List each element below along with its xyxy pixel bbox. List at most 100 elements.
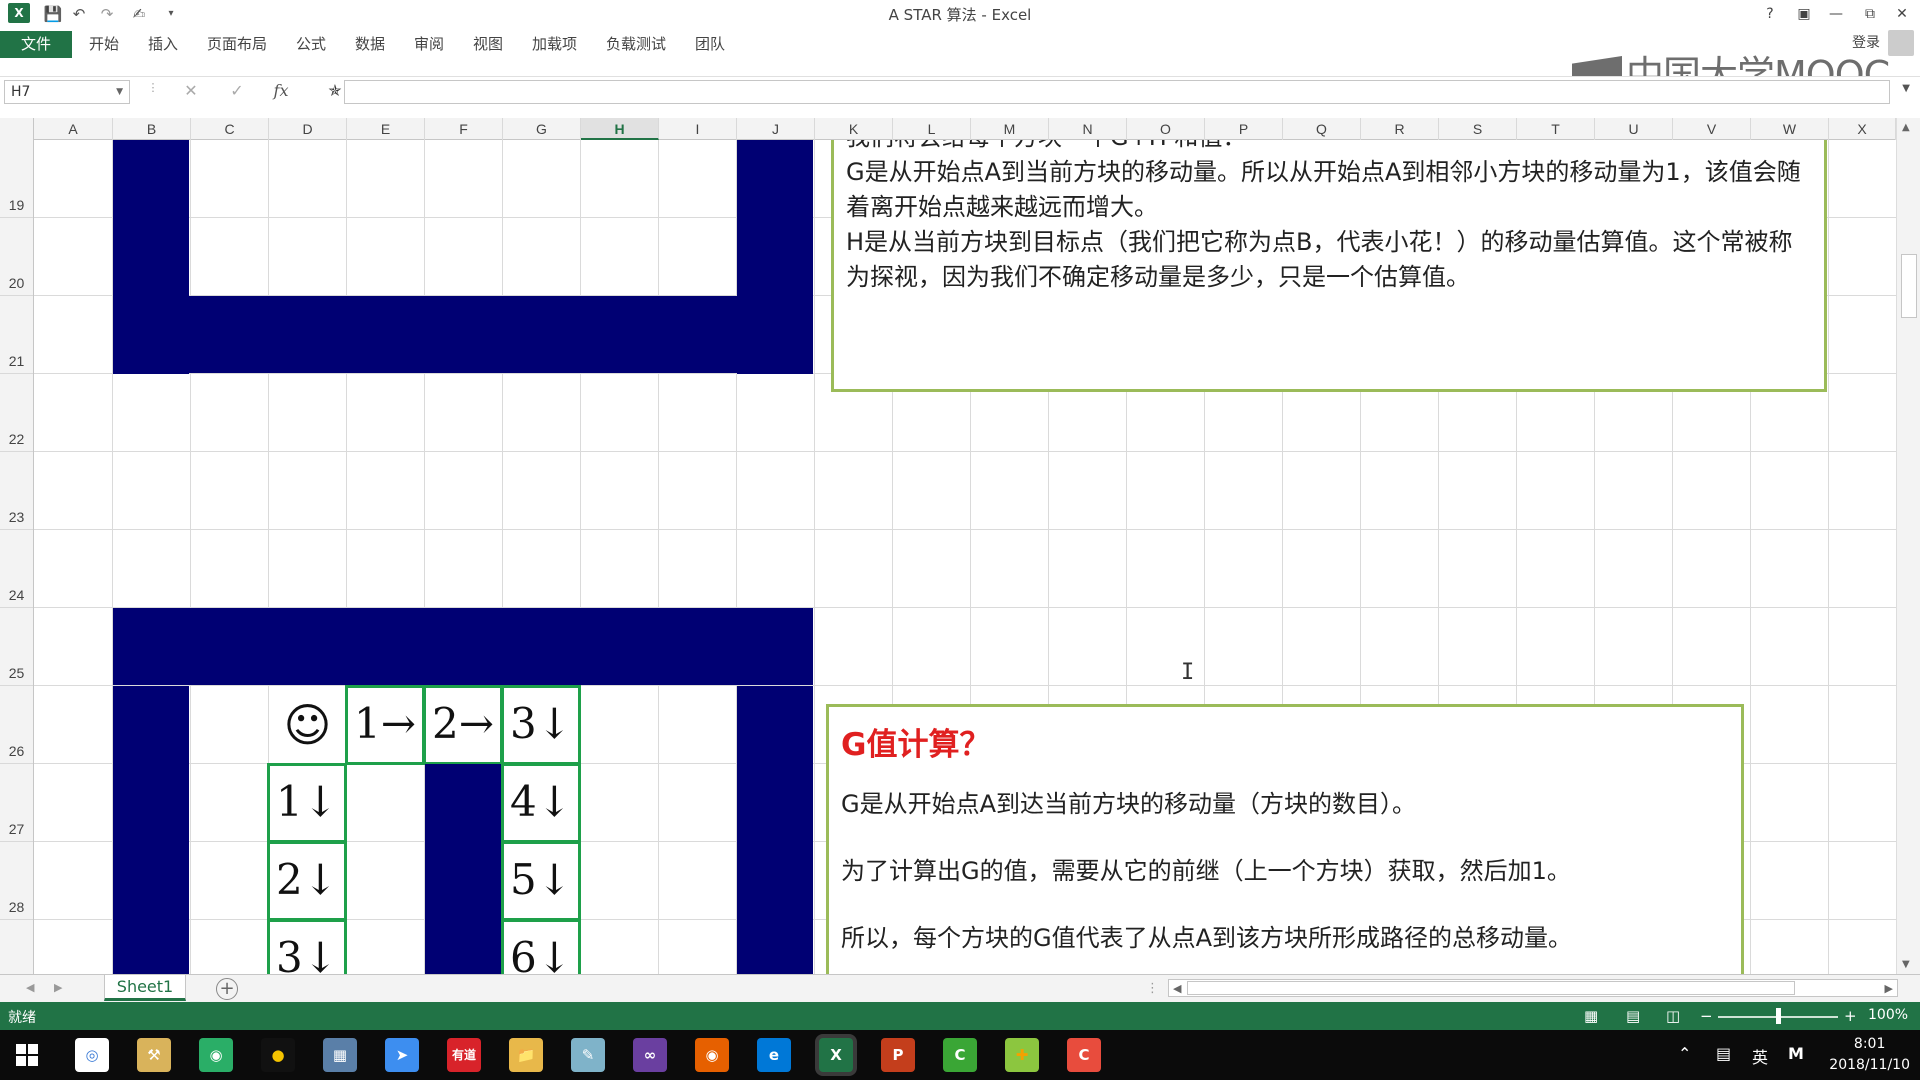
row-header[interactable]: 23 (0, 452, 33, 530)
close-icon[interactable]: ✕ (1888, 2, 1916, 26)
tab-view[interactable]: 视图 (473, 31, 503, 58)
horizontal-scroll-thumb[interactable] (1187, 981, 1795, 995)
zoom-in-button[interactable]: + (1844, 1007, 1857, 1025)
scroll-right-icon[interactable]: ▶ (1885, 982, 1893, 995)
start-point-smiley[interactable]: ☺ (269, 686, 346, 764)
ribbon-display-options-icon[interactable]: ▣ (1790, 2, 1818, 26)
ime-language-indicator[interactable]: 英 (1752, 1044, 1768, 1068)
path-cell-e26[interactable]: 1→ (345, 685, 425, 765)
touch-mode-icon[interactable]: ✍ (128, 3, 150, 25)
row-header[interactable]: 28 (0, 842, 33, 920)
column-header[interactable]: K (815, 118, 893, 140)
column-header[interactable]: S (1439, 118, 1517, 140)
row-header[interactable]: 21 (0, 296, 33, 374)
column-header[interactable]: O (1127, 118, 1205, 140)
column-header[interactable]: G (503, 118, 581, 140)
path-cell-g26[interactable]: 3↓ (501, 685, 581, 765)
scroll-up-icon[interactable]: ▲ (1902, 122, 1910, 133)
path-cell-d28[interactable]: 2↓ (267, 841, 347, 921)
scroll-left-icon[interactable]: ◀ (1173, 982, 1181, 995)
horizontal-scrollbar[interactable]: ◀ ▶ (1168, 979, 1898, 997)
edge-icon[interactable]: e (757, 1038, 791, 1072)
column-header[interactable]: F (425, 118, 503, 140)
scroll-down-icon[interactable]: ▼ (1902, 959, 1910, 970)
insert-function-icon[interactable]: fx (270, 81, 292, 100)
gear-icon[interactable]: ✯ (324, 81, 346, 100)
qq-icon[interactable]: ● (261, 1038, 295, 1072)
path-cell-g28[interactable]: 5↓ (501, 841, 581, 921)
normal-view-icon[interactable]: ▦ (1584, 1007, 1598, 1025)
column-header[interactable]: L (893, 118, 971, 140)
chevron-down-icon[interactable]: ▼ (116, 81, 123, 103)
column-header[interactable]: X (1829, 118, 1896, 140)
undo-icon[interactable]: ↶ (68, 3, 90, 25)
restore-icon[interactable]: ⧉ (1856, 2, 1884, 26)
path-cell-d27[interactable]: 1↓ (267, 763, 347, 843)
column-header[interactable]: W (1751, 118, 1829, 140)
zoom-out-button[interactable]: − (1700, 1007, 1713, 1025)
column-header[interactable]: T (1517, 118, 1595, 140)
minimize-icon[interactable]: — (1822, 2, 1850, 26)
notification-icon[interactable]: ▤ (1716, 1044, 1731, 1063)
customize-qat-icon[interactable]: ▾ (160, 3, 182, 25)
worksheet-grid[interactable]: ☺ 1→ 2→ 3↓ 1↓ 2↓ 3↓ 4↓ 5↓ 6↓ 我们将会给每个方块一个… (34, 140, 1896, 974)
row-header[interactable]: 26 (0, 686, 33, 764)
path-cell-g27[interactable]: 4↓ (501, 763, 581, 843)
tab-team[interactable]: 团队 (695, 31, 725, 58)
tab-page-layout[interactable]: 页面布局 (207, 31, 267, 58)
zoom-level[interactable]: 100% (1868, 1007, 1908, 1023)
column-header-selected[interactable]: H (581, 118, 659, 140)
row-header[interactable]: 19 (0, 140, 33, 218)
save-icon[interactable]: 💾 (42, 3, 64, 25)
baidu-netdisk-icon[interactable]: ◎ (75, 1038, 109, 1072)
tab-home[interactable]: 开始 (89, 31, 119, 58)
vertical-scroll-thumb[interactable] (1901, 254, 1917, 318)
column-header[interactable]: D (269, 118, 347, 140)
column-header[interactable]: I (659, 118, 737, 140)
row-header[interactable]: 27 (0, 764, 33, 842)
vertical-scrollbar[interactable]: ▲ ▼ (1896, 118, 1920, 974)
column-header[interactable]: V (1673, 118, 1751, 140)
files-icon[interactable]: ▦ (323, 1038, 357, 1072)
formula-input[interactable] (344, 80, 1890, 104)
tab-review[interactable]: 审阅 (414, 31, 444, 58)
clock[interactable]: 8:01 2018/11/10 (1829, 1034, 1910, 1076)
next-sheet-icon[interactable]: ▶ (54, 981, 62, 994)
powerpoint-icon[interactable]: P (881, 1038, 915, 1072)
avatar[interactable] (1888, 30, 1914, 56)
column-header[interactable]: R (1361, 118, 1439, 140)
file-explorer-icon[interactable]: 📁 (509, 1038, 543, 1072)
sheet-tab-active[interactable]: Sheet1 (104, 975, 186, 1001)
tab-add-ins[interactable]: 加载项 (532, 31, 577, 58)
help-button[interactable]: ? (1756, 2, 1784, 26)
tab-file[interactable]: 文件 (0, 31, 72, 58)
plus-app-icon[interactable]: ✚ (1005, 1038, 1039, 1072)
column-header[interactable]: Q (1283, 118, 1361, 140)
row-header[interactable]: 22 (0, 374, 33, 452)
visual-studio-icon[interactable]: ∞ (633, 1038, 667, 1072)
text-box-g-calculation[interactable]: G值计算？ G是从开始点A到达当前方块的移动量（方块的数目）。 为了计算出G的值… (826, 704, 1744, 974)
windows-start-icon[interactable] (16, 1044, 38, 1066)
tab-load-test[interactable]: 负载测试 (606, 31, 666, 58)
path-cell-d29[interactable]: 3↓ (267, 919, 347, 974)
youdao-icon[interactable]: 有道 (447, 1038, 481, 1072)
column-header[interactable]: M (971, 118, 1049, 140)
firefox-icon[interactable]: ◉ (695, 1038, 729, 1072)
cancel-icon[interactable]: ✕ (180, 81, 202, 100)
row-header[interactable]: 24 (0, 530, 33, 608)
row-header[interactable]: 25 (0, 608, 33, 686)
excel-icon[interactable]: X (819, 1038, 853, 1072)
path-cell-g29[interactable]: 6↓ (501, 919, 581, 974)
path-cell-f26[interactable]: 2→ (423, 685, 503, 765)
camtasia-recorder-icon[interactable]: C (1067, 1038, 1101, 1072)
page-break-preview-icon[interactable]: ◫ (1666, 1007, 1680, 1025)
row-header[interactable]: 20 (0, 218, 33, 296)
zoom-slider-handle[interactable] (1776, 1008, 1781, 1024)
name-box[interactable]: H7 ▼ (4, 80, 130, 104)
notepad-icon[interactable]: ✎ (571, 1038, 605, 1072)
column-header[interactable]: P (1205, 118, 1283, 140)
chevron-up-icon[interactable]: ⌃ (1678, 1044, 1691, 1063)
page-layout-view-icon[interactable]: ▤ (1626, 1007, 1640, 1025)
column-header[interactable]: E (347, 118, 425, 140)
column-header[interactable]: U (1595, 118, 1673, 140)
